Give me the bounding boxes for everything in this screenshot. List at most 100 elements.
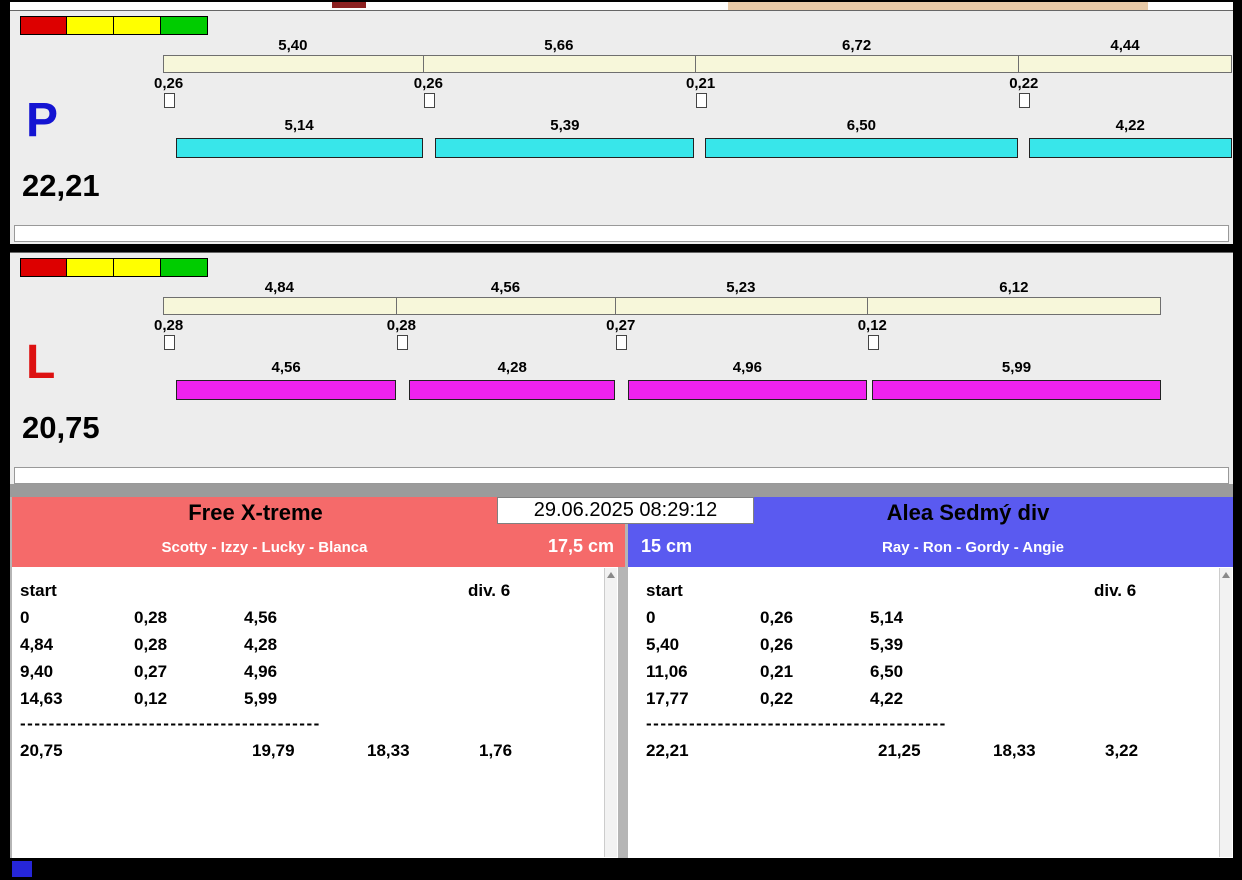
- table-scrollbar[interactable]: [1219, 568, 1232, 857]
- total-value-1: 20,75: [20, 741, 63, 760]
- results-section: Free X-treme Scotty - Izzy - Lucky - Bla…: [10, 497, 1233, 858]
- cell-run-time: 4,28: [244, 635, 278, 654]
- timing-app-window: 5,40 0,26 5,14 5,66 0,26 5,39 6,72 0,21 6,50 4,44…: [0, 0, 1242, 880]
- team-panel-right: Alea Sedmý div Ray - Ron - Gordy - Angie…: [628, 497, 1233, 858]
- cell-reaction-time: 0,22: [760, 689, 794, 708]
- lane-letter: P: [26, 94, 59, 147]
- cell-reaction-time: 0,21: [760, 662, 794, 681]
- split-divider: [395, 297, 397, 315]
- split-time-label: 4,44: [1110, 37, 1140, 54]
- cell-reaction-time: 0,12: [134, 689, 168, 708]
- run-time-label: 5,99: [1001, 359, 1032, 376]
- split-divider: [615, 297, 617, 315]
- total-value-4: 3,22: [1105, 741, 1139, 760]
- split-time-label: 5,40: [278, 37, 308, 54]
- total-value-1: 22,21: [646, 741, 689, 760]
- reaction-marker: [867, 335, 879, 350]
- run-bar: [435, 138, 695, 158]
- timestamp: 29.06.2025 08:29:12: [497, 497, 754, 524]
- split-time-label: 4,56: [490, 279, 521, 296]
- lane-total-time: 22,21: [22, 168, 100, 203]
- reaction-time-label: 0,22: [1009, 75, 1039, 92]
- split-time-label: 4,84: [264, 279, 294, 296]
- lane-bars: 4,84 0,28 4,56 4,56 0,28 4,28 5,23 0,27 4,96 6,12…: [10, 253, 1233, 484]
- reaction-marker: [396, 335, 408, 350]
- cell-start-time: 14,63: [20, 689, 63, 708]
- scroll-up-arrow[interactable]: [1222, 572, 1230, 578]
- total-value-2: 19,79: [252, 741, 295, 760]
- reaction-time-label: 0,21: [685, 75, 716, 92]
- table-scrollbar[interactable]: [604, 568, 617, 857]
- cell-run-time: 5,39: [870, 635, 904, 654]
- cell-run-time: 4,22: [870, 689, 904, 708]
- run-time-label: 5,14: [284, 117, 314, 134]
- jump-height-label: 17,5 cm: [547, 536, 614, 556]
- table-div-label: div. 6: [468, 581, 511, 600]
- split-time-label: 5,23: [726, 279, 756, 296]
- table-start-label: start: [20, 581, 57, 600]
- split-total-bar: [163, 297, 1162, 315]
- lane-status-strip: [14, 225, 1229, 242]
- split-divider: [694, 55, 696, 73]
- table-separator: ----------------------------------------…: [20, 714, 321, 733]
- total-value-2: 21,25: [878, 741, 921, 760]
- results-table-body: start div. 6 0 0,28 4,56 4,84 0,28 4,28 9,40 0,27…: [12, 567, 604, 858]
- reaction-time-label: 0,26: [154, 75, 184, 92]
- lane-total-time: 20,75: [22, 410, 100, 445]
- run-bar: [1028, 138, 1232, 158]
- run-bar: [176, 380, 396, 400]
- split-total-bar: [163, 55, 1232, 73]
- cell-start-time: 11,06: [646, 662, 688, 681]
- cell-start-time: 0: [20, 608, 30, 627]
- table-start-label: start: [646, 581, 683, 600]
- bottom-left-accent: [12, 861, 32, 877]
- cell-reaction-time: 0,28: [134, 608, 168, 627]
- lane-status-strip: [14, 467, 1229, 484]
- reaction-time-label: 0,26: [413, 75, 443, 92]
- reaction-marker: [164, 93, 175, 108]
- reaction-marker: [423, 93, 435, 108]
- split-divider: [422, 55, 424, 73]
- team-panel-left: Free X-treme Scotty - Izzy - Lucky - Bla…: [12, 497, 625, 858]
- reaction-marker: [164, 335, 175, 350]
- run-bar: [705, 138, 1018, 158]
- reaction-time-label: 0,12: [857, 317, 887, 334]
- cell-run-time: 5,99: [244, 689, 278, 708]
- lane-panel-L: 4,84 0,28 4,56 4,56 0,28 4,28 5,23 0,27 4,96 6,12…: [10, 252, 1233, 484]
- team-name: Alea Sedmý div: [886, 500, 1050, 525]
- run-time-label: 4,56: [271, 359, 301, 376]
- cell-start-time: 0: [646, 608, 656, 627]
- cell-run-time: 5,14: [870, 608, 904, 627]
- cell-start-time: 17,77: [646, 689, 689, 708]
- reaction-marker: [1019, 93, 1031, 108]
- run-bar: [628, 380, 867, 400]
- run-time-label: 5,39: [550, 117, 580, 134]
- total-value-3: 18,33: [993, 741, 1036, 760]
- split-divider: [1018, 55, 1020, 73]
- run-time-label: 4,96: [732, 359, 762, 376]
- split-time-label: 6,12: [999, 279, 1029, 296]
- background-window-strip: [10, 2, 1233, 10]
- cell-run-time: 4,56: [244, 608, 278, 627]
- run-bar: [409, 380, 616, 400]
- jump-height-label: 15 cm: [641, 536, 693, 556]
- reaction-time-label: 0,28: [154, 317, 184, 334]
- table-div-label: div. 6: [1094, 581, 1137, 600]
- team-name: Free X-treme: [188, 500, 323, 525]
- reaction-time-label: 0,27: [606, 317, 636, 334]
- split-time-label: 6,72: [841, 37, 872, 54]
- cell-start-time: 5,40: [646, 635, 680, 654]
- split-time-label: 5,66: [544, 37, 574, 54]
- reaction-marker: [616, 335, 628, 350]
- total-value-4: 1,76: [479, 741, 513, 760]
- section-separator: [10, 484, 1233, 497]
- total-value-3: 18,33: [367, 741, 410, 760]
- cell-run-time: 6,50: [870, 662, 904, 681]
- cell-start-time: 4,84: [20, 635, 54, 654]
- menu-fragment: [332, 2, 366, 8]
- team-members: Ray - Ron - Gordy - Angie: [882, 539, 1064, 556]
- scroll-up-arrow[interactable]: [607, 572, 615, 578]
- run-time-label: 4,28: [497, 359, 527, 376]
- cell-reaction-time: 0,26: [760, 608, 794, 627]
- run-time-label: 4,22: [1115, 117, 1145, 134]
